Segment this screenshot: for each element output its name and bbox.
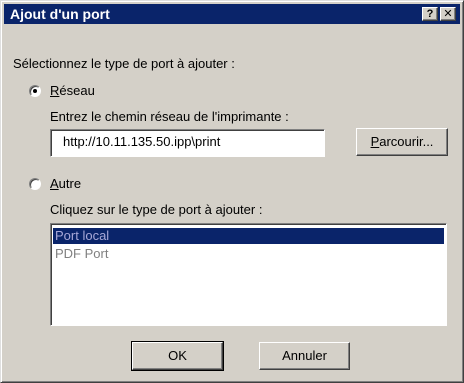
cancel-button[interactable]: Annuler [259,342,350,370]
network-path-value: http://10.11.135.50.ipp\print [63,134,221,149]
close-button[interactable]: ✕ [440,7,456,21]
ok-button[interactable]: OK [131,341,224,371]
close-icon: ✕ [443,8,453,20]
add-port-dialog: Ajout d'un port ? ✕ Sélectionnez le type… [0,0,464,383]
list-item-pdf-port[interactable]: PDF Port [53,246,444,262]
other-radio[interactable] [29,178,41,190]
network-radio[interactable] [29,85,41,97]
prompt-label: Sélectionnez le type de port à ajouter : [13,56,235,71]
network-radio-label[interactable]: Réseau [50,83,95,98]
title-bar[interactable]: Ajout d'un port ? ✕ [4,4,460,24]
port-type-label: Cliquez sur le type de port à ajouter : [50,202,263,217]
other-radio-label[interactable]: Autre [50,176,81,191]
window-title: Ajout d'un port [10,6,110,22]
network-path-input[interactable]: http://10.11.135.50.ipp\print [50,129,325,157]
network-path-label: Entrez le chemin réseau de l'imprimante … [50,109,289,124]
help-button[interactable]: ? [422,7,438,21]
list-item-port-local[interactable]: Port local [53,228,444,244]
port-type-list[interactable]: Port local PDF Port [50,223,447,326]
radio-selected-dot [33,89,37,93]
browse-button[interactable]: Parcourir... [356,128,448,156]
